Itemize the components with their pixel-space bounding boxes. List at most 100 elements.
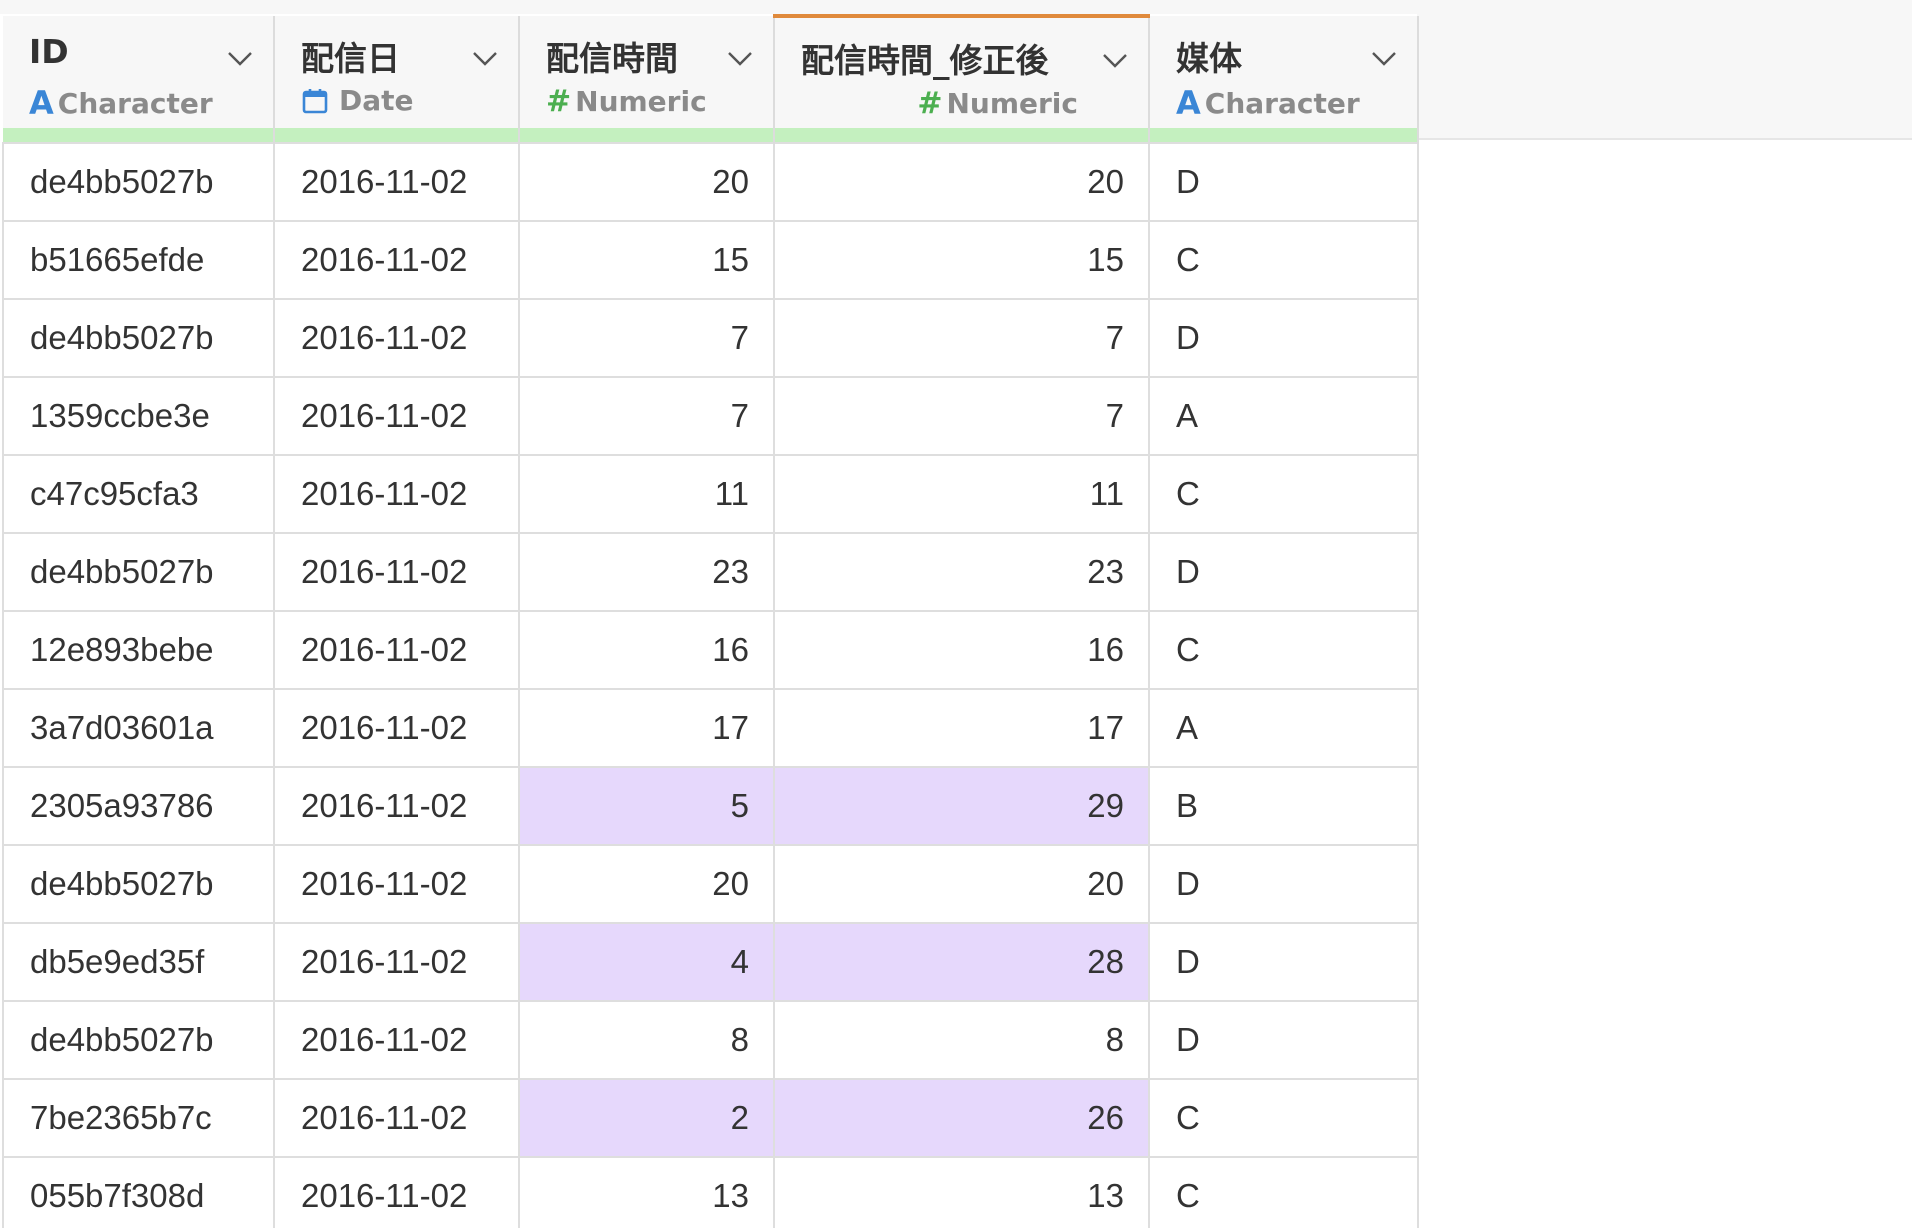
table-cell[interactable]: 20 — [519, 844, 775, 924]
table-row[interactable]: 1359ccbe3e 2016-11-02 7 7 A — [2, 376, 1419, 456]
table-cell[interactable]: 29 — [774, 766, 1150, 846]
table-row[interactable]: de4bb5027b 2016-11-02 8 8 D — [2, 1000, 1419, 1080]
table-cell[interactable]: 13 — [519, 1156, 775, 1228]
table-row[interactable]: db5e9ed35f 2016-11-02 4 28 D — [2, 922, 1419, 1002]
table-cell[interactable]: db5e9ed35f — [2, 922, 275, 1002]
table-cell[interactable]: D — [1149, 532, 1419, 612]
table-cell[interactable]: 3a7d03601a — [2, 688, 275, 768]
table-row[interactable]: 055b7f308d 2016-11-02 13 13 C — [2, 1156, 1419, 1228]
table-cell[interactable]: 8 — [774, 1000, 1150, 1080]
table-cell[interactable]: c47c95cfa3 — [2, 454, 275, 534]
table-cell[interactable]: 11 — [519, 454, 775, 534]
table-cell[interactable]: 2016-11-02 — [274, 688, 520, 768]
table-cell[interactable]: 20 — [774, 142, 1150, 222]
table-cell[interactable]: D — [1149, 844, 1419, 924]
table-cell[interactable]: 26 — [774, 1078, 1150, 1158]
table-cell[interactable]: 7 — [519, 376, 775, 456]
table-cell[interactable]: 7 — [774, 298, 1150, 378]
table-cell[interactable]: 2016-11-02 — [274, 1000, 520, 1080]
table-row[interactable]: c47c95cfa3 2016-11-02 11 11 C — [2, 454, 1419, 534]
table-cell[interactable]: 7be2365b7c — [2, 1078, 275, 1158]
table-cell[interactable]: D — [1149, 142, 1419, 222]
column-header[interactable]: 媒体 A Character — [1149, 16, 1419, 128]
table-cell[interactable]: 11 — [774, 454, 1150, 534]
table-cell[interactable]: 23 — [774, 532, 1150, 612]
table-cell[interactable]: 2016-11-02 — [274, 376, 520, 456]
table-cell[interactable]: 2016-11-02 — [274, 298, 520, 378]
table-row[interactable]: de4bb5027b 2016-11-02 20 20 D — [2, 142, 1419, 222]
table-cell[interactable]: 2016-11-02 — [274, 1078, 520, 1158]
table-cell[interactable]: 4 — [519, 922, 775, 1002]
table-cell[interactable]: D — [1149, 298, 1419, 378]
table-cell[interactable]: 2016-11-02 — [274, 454, 520, 534]
table-cell[interactable]: 2305a93786 — [2, 766, 275, 846]
table-cell[interactable]: 8 — [519, 1000, 775, 1080]
table-cell[interactable]: C — [1149, 1078, 1419, 1158]
chevron-down-icon[interactable] — [727, 48, 753, 68]
table-cell[interactable]: 1359ccbe3e — [2, 376, 275, 456]
table-cell[interactable]: 2016-11-02 — [274, 532, 520, 612]
table-row[interactable]: de4bb5027b 2016-11-02 20 20 D — [2, 844, 1419, 924]
table-cell[interactable]: de4bb5027b — [2, 1000, 275, 1080]
table-cell[interactable]: 20 — [519, 142, 775, 222]
column-type-label: Numeric — [575, 85, 707, 118]
table-cell[interactable]: 20 — [774, 844, 1150, 924]
table-row[interactable]: 12e893bebe 2016-11-02 16 16 C — [2, 610, 1419, 690]
chevron-down-icon[interactable] — [1102, 50, 1128, 70]
calendar-icon — [301, 87, 329, 115]
table-cell[interactable]: D — [1149, 922, 1419, 1002]
table-cell[interactable]: de4bb5027b — [2, 844, 275, 924]
table-cell[interactable]: de4bb5027b — [2, 298, 275, 378]
table-cell[interactable]: 2 — [519, 1078, 775, 1158]
table-row[interactable]: b51665efde 2016-11-02 15 15 C — [2, 220, 1419, 300]
table-cell[interactable]: A — [1149, 688, 1419, 768]
table-cell[interactable]: 2016-11-02 — [274, 766, 520, 846]
header-filler — [1417, 14, 1912, 140]
table-cell[interactable]: B — [1149, 766, 1419, 846]
column-header[interactable]: ID A Character — [3, 16, 275, 128]
table-cell[interactable]: 13 — [774, 1156, 1150, 1228]
table-cell[interactable]: C — [1149, 1156, 1419, 1228]
table-cell[interactable]: 17 — [774, 688, 1150, 768]
table-cell[interactable]: C — [1149, 220, 1419, 300]
column-name: 配信日 — [301, 39, 400, 78]
table-row[interactable]: 7be2365b7c 2016-11-02 2 26 C — [2, 1078, 1419, 1158]
table-cell[interactable]: 16 — [774, 610, 1150, 690]
table-cell[interactable]: de4bb5027b — [2, 532, 275, 612]
table-row[interactable]: de4bb5027b 2016-11-02 23 23 D — [2, 532, 1419, 612]
top-strip — [0, 0, 1912, 14]
chevron-down-icon[interactable] — [227, 48, 253, 68]
table-cell[interactable]: 7 — [774, 376, 1150, 456]
table-cell[interactable]: 15 — [519, 220, 775, 300]
table-cell[interactable]: b51665efde — [2, 220, 275, 300]
table-cell[interactable]: 2016-11-02 — [274, 142, 520, 222]
table-cell[interactable]: 12e893bebe — [2, 610, 275, 690]
table-cell[interactable]: C — [1149, 454, 1419, 534]
chevron-down-icon[interactable] — [472, 48, 498, 68]
table-cell[interactable]: 15 — [774, 220, 1150, 300]
column-header[interactable]: 配信時間_修正後 # Numeric — [774, 14, 1150, 128]
table-cell[interactable]: 16 — [519, 610, 775, 690]
table-cell[interactable]: 28 — [774, 922, 1150, 1002]
chevron-down-icon[interactable] — [1371, 48, 1397, 68]
column-header-inner: 配信時間_修正後 # Numeric — [775, 18, 1148, 128]
table-row[interactable]: 3a7d03601a 2016-11-02 17 17 A — [2, 688, 1419, 768]
table-cell[interactable]: C — [1149, 610, 1419, 690]
table-cell[interactable]: 23 — [519, 532, 775, 612]
table-cell[interactable]: 17 — [519, 688, 775, 768]
table-row[interactable]: 2305a93786 2016-11-02 5 29 B — [2, 766, 1419, 846]
table-cell[interactable]: D — [1149, 1000, 1419, 1080]
table-cell[interactable]: de4bb5027b — [2, 142, 275, 222]
column-header[interactable]: 配信時間 # Numeric — [519, 16, 775, 128]
column-header[interactable]: 配信日 Date — [274, 16, 520, 128]
table-cell[interactable]: 7 — [519, 298, 775, 378]
table-cell[interactable]: 055b7f308d — [2, 1156, 275, 1228]
table-cell[interactable]: 2016-11-02 — [274, 844, 520, 924]
table-row[interactable]: de4bb5027b 2016-11-02 7 7 D — [2, 298, 1419, 378]
table-cell[interactable]: 2016-11-02 — [274, 610, 520, 690]
table-cell[interactable]: 2016-11-02 — [274, 220, 520, 300]
table-cell[interactable]: 5 — [519, 766, 775, 846]
table-cell[interactable]: 2016-11-02 — [274, 1156, 520, 1228]
table-cell[interactable]: A — [1149, 376, 1419, 456]
table-cell[interactable]: 2016-11-02 — [274, 922, 520, 1002]
